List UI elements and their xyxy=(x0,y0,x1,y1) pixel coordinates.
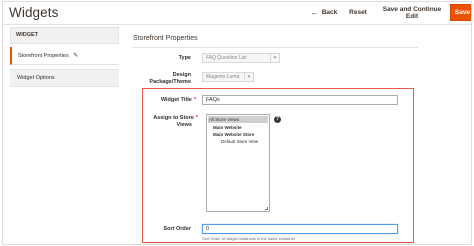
header-divider xyxy=(3,24,471,25)
widget-title-label: Widget Title * xyxy=(143,97,196,104)
resize-handle-icon[interactable] xyxy=(265,207,268,210)
section-title: Storefront Properties xyxy=(133,35,198,42)
store-view-option-group: Main Website xyxy=(213,125,242,130)
chevron-down-icon: ▾ xyxy=(270,54,279,62)
required-marker: * xyxy=(195,115,198,121)
store-view-option[interactable]: Default Store View xyxy=(207,138,269,145)
page-frame: Widgets ← Back Reset Save and Continue E… xyxy=(2,1,472,245)
required-marker: * xyxy=(193,97,196,103)
pencil-icon: ✎ xyxy=(73,53,79,59)
design-theme-label-line1: Design xyxy=(172,72,191,78)
sidebar-item-label: Widget Options xyxy=(17,75,55,81)
store-views-multiselect[interactable]: All Store Views Main Website Main Websit… xyxy=(206,114,270,212)
store-view-option-group: Main Website Store xyxy=(213,132,255,137)
back-button-label: Back xyxy=(321,9,338,16)
sidebar-heading: WIDGET xyxy=(10,27,119,44)
design-theme-label: Design Package/Theme xyxy=(143,72,191,86)
save-button[interactable]: Save xyxy=(450,4,471,21)
store-view-option[interactable]: All Store Views xyxy=(208,116,268,123)
page-title: Widgets xyxy=(9,5,59,20)
sort-order-label: Sort Order xyxy=(163,226,191,232)
sort-order-note: Sort Order of widget instances in the sa… xyxy=(202,236,296,241)
back-button[interactable]: ← Back xyxy=(309,4,339,21)
widget-title-input[interactable] xyxy=(202,95,398,105)
arrow-left-icon: ← xyxy=(310,8,319,17)
type-select: FAQ Question List ▾ xyxy=(202,53,280,63)
design-theme-select: Magento Luma ▾ xyxy=(202,72,254,82)
highlight-box xyxy=(142,88,414,243)
store-views-label: Assign to Store * Views xyxy=(143,115,198,129)
design-theme-select-value: Magento Luma xyxy=(206,74,240,80)
store-views-label-line1: Assign to Store xyxy=(153,115,194,121)
sidebar: WIDGET Storefront Properties ✎ Widget Op… xyxy=(10,27,119,244)
sort-order-input[interactable] xyxy=(202,224,398,234)
widget-title-label-text: Widget Title xyxy=(160,97,192,103)
sidebar-item-storefront-properties[interactable]: Storefront Properties ✎ xyxy=(10,47,119,65)
section-divider xyxy=(133,47,418,48)
store-views-label-line2: Views xyxy=(176,122,193,128)
save-and-continue-button[interactable]: Save and Continue Edit xyxy=(377,4,447,21)
sidebar-item-widget-options[interactable]: Widget Options xyxy=(10,70,119,87)
question-circle-icon[interactable]: ? xyxy=(274,116,281,123)
chevron-down-icon: ▾ xyxy=(244,73,253,81)
type-select-value: FAQ Question List xyxy=(206,55,247,61)
reset-button[interactable]: Reset xyxy=(346,4,370,21)
sidebar-item-label: Storefront Properties xyxy=(18,53,69,59)
design-theme-label-line2: Package/Theme xyxy=(149,79,191,85)
type-label: Type xyxy=(178,55,191,61)
